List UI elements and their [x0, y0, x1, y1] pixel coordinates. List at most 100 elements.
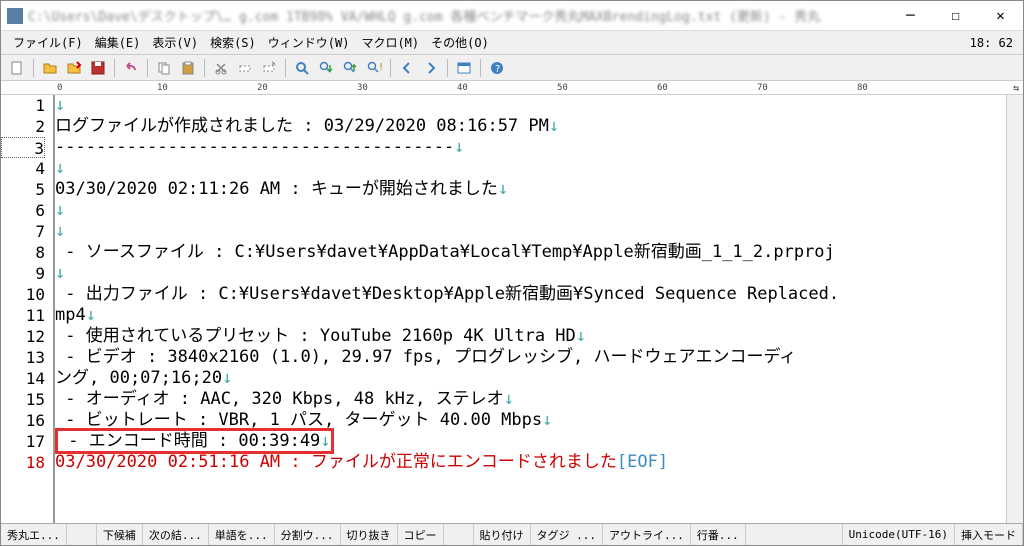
- titlebar: C:\Users\Dave\デスクトップ\… g.com 1TB98% VA/W…: [1, 1, 1023, 31]
- line-number[interactable]: 18: [1, 452, 45, 473]
- ruler-tick: 30: [357, 83, 368, 93]
- text-line[interactable]: - エンコード時間 : 00:39:49↓: [55, 431, 1006, 452]
- find-down-icon[interactable]: [316, 58, 336, 78]
- undo-icon[interactable]: [121, 58, 141, 78]
- eof-marker: [EOF]: [617, 452, 668, 472]
- line-number[interactable]: 6: [1, 200, 45, 221]
- line-number[interactable]: 11: [1, 305, 45, 326]
- status-hidemaru[interactable]: 秀丸エ...: [1, 524, 67, 545]
- line-number[interactable]: 15: [1, 389, 45, 410]
- status-paste[interactable]: 貼り付け: [474, 524, 531, 545]
- status-gyoban[interactable]: 行番...: [691, 524, 746, 545]
- text-line[interactable]: ング, 00;07;16;20↓: [55, 368, 1006, 389]
- newline-marker: ↓: [55, 95, 65, 115]
- line-number[interactable]: 14: [1, 368, 45, 389]
- copy-icon[interactable]: [154, 58, 174, 78]
- newline-marker: ↓: [86, 305, 96, 325]
- line-number[interactable]: 13: [1, 347, 45, 368]
- line-number[interactable]: 4: [1, 158, 45, 179]
- status-tsugi[interactable]: 次の結...: [143, 524, 209, 545]
- ruler-tick: 10: [157, 83, 168, 93]
- line-number[interactable]: 7: [1, 221, 45, 242]
- text-line[interactable]: - ビデオ : 3840x2160 (1.0), 29.97 fps, プログレ…: [55, 347, 1006, 368]
- ruler-tick: 20: [257, 83, 268, 93]
- text-line[interactable]: - ソースファイル : C:¥Users¥davet¥AppData¥Local…: [55, 242, 1006, 263]
- status-shimo[interactable]: 下候補: [97, 524, 143, 545]
- newline-marker: ↓: [576, 326, 586, 346]
- new-file-icon[interactable]: [7, 58, 27, 78]
- menu-search[interactable]: 検索(S): [204, 31, 262, 54]
- newline-marker: ↓: [504, 389, 514, 409]
- delete-icon[interactable]: [235, 58, 255, 78]
- newline-marker: ↓: [549, 116, 559, 136]
- vertical-scrollbar[interactable]: [1006, 95, 1023, 523]
- toolbar: ! ?: [1, 55, 1023, 81]
- status-mode[interactable]: 挿入モード: [955, 524, 1023, 545]
- text-line[interactable]: 03/30/2020 02:11:26 AM : キューが開始されました↓: [55, 179, 1006, 200]
- line-number[interactable]: 2: [1, 116, 45, 137]
- forward-icon[interactable]: [421, 58, 441, 78]
- menu-view[interactable]: 表示(V): [146, 31, 204, 54]
- help-icon[interactable]: ?: [487, 58, 507, 78]
- ruler-tick: 80: [857, 83, 868, 93]
- find-up-icon[interactable]: [340, 58, 360, 78]
- status-bunkatsu[interactable]: 分割ウ...: [275, 524, 341, 545]
- status-kirinuki[interactable]: 切り抜き: [341, 524, 398, 545]
- find-icon[interactable]: [292, 58, 312, 78]
- status-encoding[interactable]: Unicode(UTF-16): [843, 524, 955, 545]
- status-tag[interactable]: タグジ ...: [531, 524, 604, 545]
- newline-marker: ↓: [454, 137, 464, 157]
- menu-other[interactable]: その他(O): [425, 31, 495, 54]
- text-line[interactable]: ↓: [55, 200, 1006, 221]
- line-number[interactable]: 17: [1, 431, 45, 452]
- find-excl-icon[interactable]: !: [364, 58, 384, 78]
- open-file-icon[interactable]: [40, 58, 60, 78]
- clock: 18: 62: [970, 36, 1023, 50]
- paste-icon[interactable]: [178, 58, 198, 78]
- status-tango[interactable]: 単語を...: [209, 524, 275, 545]
- text-line[interactable]: - 出力ファイル : C:¥Users¥davet¥Desktop¥Apple新…: [55, 284, 1006, 305]
- save-icon[interactable]: [88, 58, 108, 78]
- line-number[interactable]: 1: [1, 95, 45, 116]
- cut-icon[interactable]: [211, 58, 231, 78]
- text-line[interactable]: ---------------------------------------↓: [55, 137, 1006, 158]
- minimize-button[interactable]: ─: [888, 2, 933, 30]
- line-number[interactable]: 12: [1, 326, 45, 347]
- open-next-icon[interactable]: [64, 58, 84, 78]
- line-number[interactable]: 9: [1, 263, 45, 284]
- newline-marker: ↓: [55, 263, 65, 283]
- menu-macro[interactable]: マクロ(M): [355, 31, 425, 54]
- status-outline[interactable]: アウトライ...: [603, 524, 691, 545]
- svg-text:?: ?: [495, 64, 501, 75]
- text-line[interactable]: mp4↓: [55, 305, 1006, 326]
- editor: 123456789101112131415161718 ↓ログファイルが作成され…: [1, 95, 1023, 523]
- ruler-tick: 60: [657, 83, 668, 93]
- line-number[interactable]: 3: [1, 137, 45, 158]
- maximize-button[interactable]: ☐: [933, 2, 978, 30]
- close-button[interactable]: ✕: [978, 2, 1023, 30]
- line-number[interactable]: 8: [1, 242, 45, 263]
- text-content[interactable]: ↓ログファイルが作成されました : 03/29/2020 08:16:57 PM…: [55, 95, 1006, 523]
- text-line[interactable]: ↓: [55, 95, 1006, 116]
- line-number[interactable]: 16: [1, 410, 45, 431]
- text-line[interactable]: 03/30/2020 02:51:16 AM : ファイルが正常にエンコードされ…: [55, 452, 1006, 473]
- status-copy[interactable]: コピー: [398, 524, 444, 545]
- line-number[interactable]: 10: [1, 284, 45, 305]
- window-icon[interactable]: [454, 58, 474, 78]
- text-line[interactable]: ↓: [55, 263, 1006, 284]
- text-line[interactable]: ↓: [55, 221, 1006, 242]
- line-number[interactable]: 5: [1, 179, 45, 200]
- line-number-gutter[interactable]: 123456789101112131415161718: [1, 95, 55, 523]
- delete2-icon[interactable]: [259, 58, 279, 78]
- text-line[interactable]: ↓: [55, 158, 1006, 179]
- app-icon: [7, 8, 23, 24]
- back-icon[interactable]: [397, 58, 417, 78]
- newline-marker: ↓: [55, 221, 65, 241]
- ruler-arrows-icon[interactable]: ⇆: [1013, 83, 1019, 94]
- menu-window[interactable]: ウィンドウ(W): [262, 31, 356, 54]
- text-line[interactable]: - オーディオ : AAC, 320 Kbps, 48 kHz, ステレオ↓: [55, 389, 1006, 410]
- text-line[interactable]: - 使用されているプリセット : YouTube 2160p 4K Ultra …: [55, 326, 1006, 347]
- menu-file[interactable]: ファイル(F): [7, 31, 89, 54]
- menu-edit[interactable]: 編集(E): [89, 31, 147, 54]
- text-line[interactable]: ログファイルが作成されました : 03/29/2020 08:16:57 PM↓: [55, 116, 1006, 137]
